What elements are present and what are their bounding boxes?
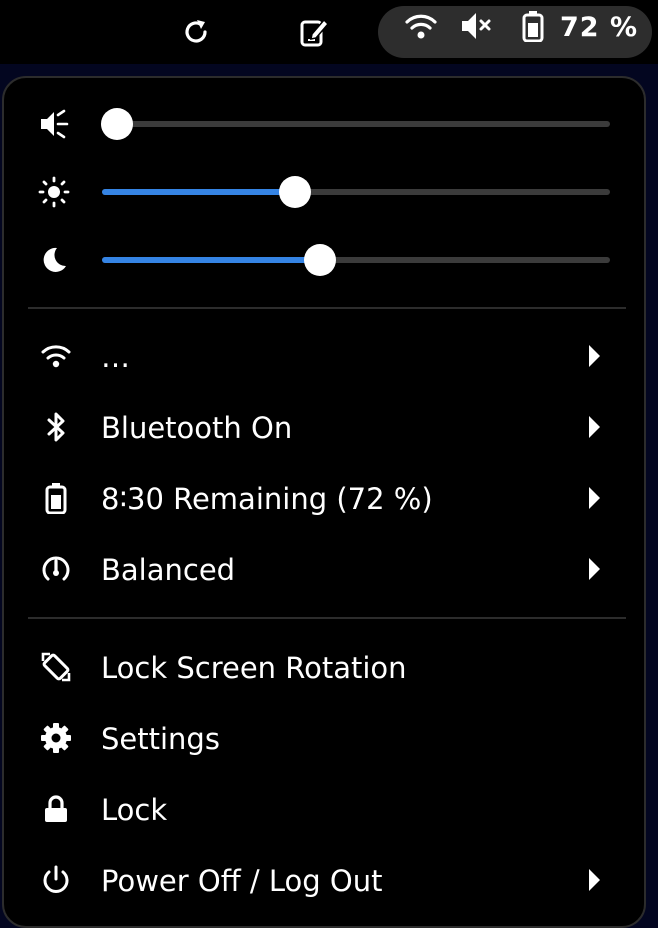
moon-icon <box>38 244 70 276</box>
power-off-menu-item[interactable]: Power Off / Log Out <box>4 847 644 913</box>
wifi-icon <box>40 340 72 372</box>
battery-percent: 72 % <box>560 12 639 43</box>
night-light-slider[interactable] <box>102 244 610 276</box>
lock-label: Lock <box>101 793 168 827</box>
settings-label: Settings <box>101 722 220 756</box>
chevron-right-icon <box>586 343 602 369</box>
settings-menu-item[interactable]: Settings <box>4 705 644 771</box>
brightness-slider-fill <box>102 189 296 195</box>
bluetooth-menu-item[interactable]: Bluetooth On <box>4 394 644 460</box>
night-light-slider-knob[interactable] <box>304 244 337 276</box>
wifi-label: … <box>101 340 130 374</box>
separator <box>28 307 626 309</box>
chevron-right-icon <box>586 556 602 582</box>
refresh-icon[interactable] <box>180 16 212 48</box>
chevron-right-icon <box>586 414 602 440</box>
power-mode-label: Balanced <box>101 553 236 587</box>
power-mode-menu-item[interactable]: Balanced <box>4 536 644 602</box>
volume-slider-knob[interactable] <box>101 108 134 140</box>
battery-menu-item[interactable]: 8∶30 Remaining (72 %) <box>4 465 644 531</box>
battery-icon <box>40 482 72 514</box>
quick-settings-menu: … Bluetooth On 8∶30 Remaining (72 %) Bal… <box>2 76 646 928</box>
lock-rotation-menu-item[interactable]: Lock Screen Rotation <box>4 634 644 700</box>
volume-muted-icon <box>460 10 492 42</box>
note-icon[interactable] <box>298 16 330 48</box>
power-icon <box>40 864 72 896</box>
battery-label: 8∶30 Remaining (72 %) <box>101 482 433 516</box>
rotation-icon <box>40 651 72 683</box>
chevron-right-icon <box>586 485 602 511</box>
volume-slider[interactable] <box>101 108 610 140</box>
brightness-slider[interactable] <box>102 176 610 208</box>
power-off-label: Power Off / Log Out <box>101 864 383 898</box>
night-light-slider-fill <box>102 257 321 263</box>
top-bar: 72 % <box>0 0 658 64</box>
wifi-menu-item[interactable]: … <box>4 323 644 389</box>
volume-muted-icon[interactable] <box>38 108 70 140</box>
battery-icon <box>517 10 549 42</box>
brightness-slider-row <box>4 162 644 222</box>
volume-slider-row <box>4 94 644 154</box>
separator <box>28 617 626 619</box>
bluetooth-icon <box>40 411 72 443</box>
night-light-slider-row <box>4 230 644 290</box>
gear-icon <box>40 722 72 754</box>
lock-menu-item[interactable]: Lock <box>4 776 644 842</box>
chevron-right-icon <box>586 867 602 893</box>
wifi-icon <box>405 10 437 42</box>
power-mode-icon <box>40 553 72 585</box>
bluetooth-label: Bluetooth On <box>101 411 293 445</box>
brightness-icon <box>38 176 70 208</box>
lock-icon <box>40 793 72 825</box>
brightness-slider-knob[interactable] <box>279 176 312 208</box>
lock-rotation-label: Lock Screen Rotation <box>101 651 407 685</box>
